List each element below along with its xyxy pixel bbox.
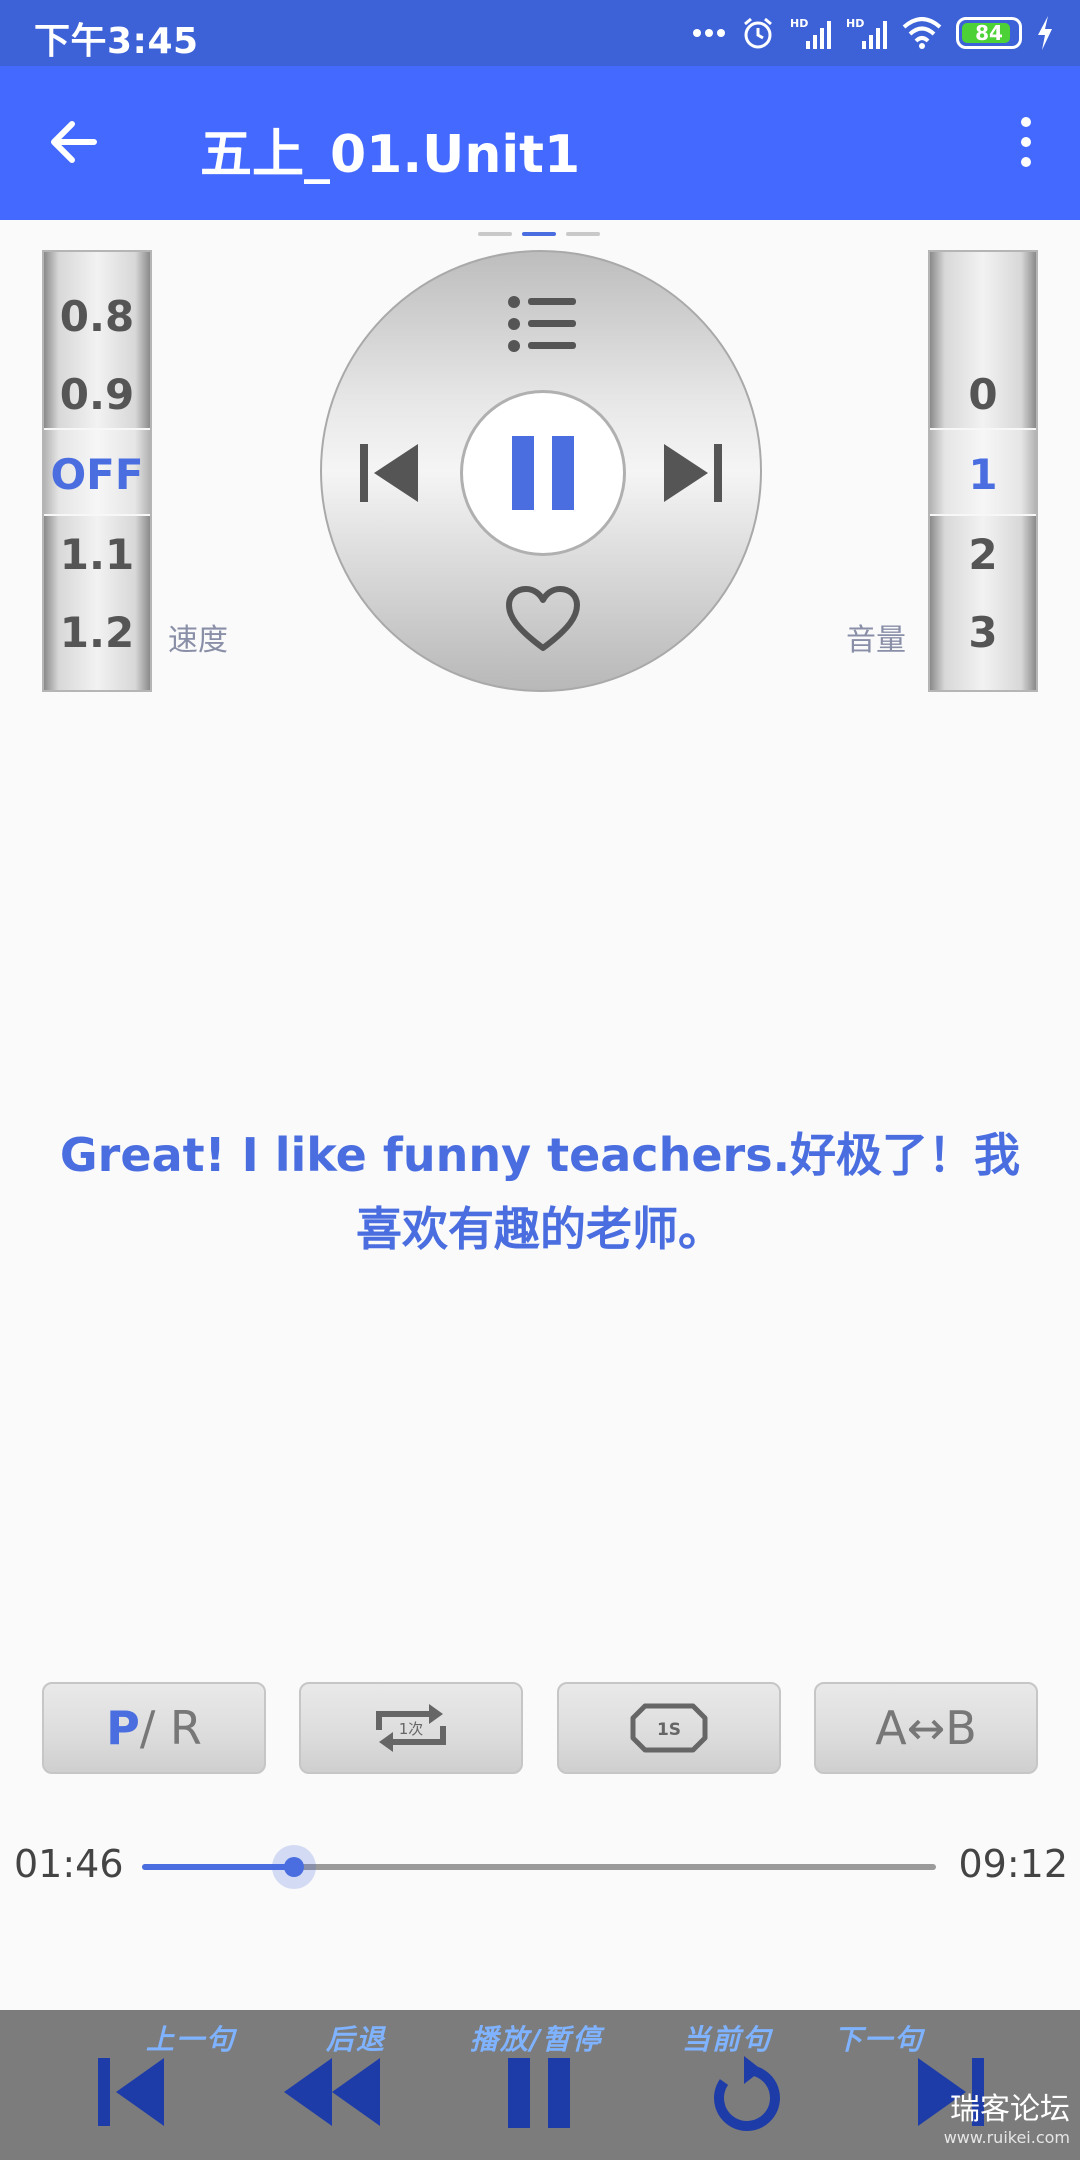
svg-text:HD: HD (846, 17, 864, 30)
ab-repeat-button[interactable]: A↔B (813, 1682, 1038, 1774)
current-lyric: Great! I like funny teachers.好极了！我喜欢有趣的老… (59, 1128, 1021, 1256)
rewind-label: 后退 (326, 2023, 387, 2056)
volume-wheel[interactable]: 0 1 2 3 (928, 250, 1038, 692)
playback-controller (320, 250, 762, 692)
rewind-icon[interactable] (282, 2054, 382, 2130)
replay-sentence-icon[interactable] (706, 2054, 784, 2134)
prev-sentence-label: 上一句 (146, 2023, 237, 2056)
repeat-count-label: 1次 (399, 1720, 424, 1738)
status-time: 下午3:45 (34, 21, 199, 62)
bottom-control-bar: 上一句 后退 播放/暂停 当前句 下一句 瑞客论坛 www.ruikei.com (0, 2010, 1080, 2160)
current-time: 01:46 (14, 1842, 124, 1886)
speed-label: 速度 (168, 623, 228, 658)
pr-p-label: P (106, 1701, 140, 1755)
battery-level: 84 (975, 21, 1003, 45)
ab-label: A↔B (875, 1701, 977, 1755)
page-dot (478, 232, 512, 236)
play-pause-button[interactable] (460, 390, 626, 556)
pause-icon (512, 436, 574, 510)
speed-option[interactable]: 0.9 (44, 370, 150, 419)
pr-toggle-button[interactable]: P / R (42, 1682, 266, 1774)
wifi-icon (902, 17, 942, 49)
interval-label: 1S (657, 1720, 681, 1740)
volume-label: 音量 (846, 623, 906, 658)
total-time: 09:12 (958, 1842, 1068, 1886)
signal-hd-icon: HD (846, 17, 887, 49)
progress-track[interactable] (142, 1864, 936, 1870)
svg-text:HD: HD (790, 17, 808, 30)
next-track-icon[interactable] (662, 442, 722, 504)
playlist-icon[interactable] (506, 294, 578, 354)
speed-option-selected[interactable]: OFF (44, 450, 150, 499)
volume-option[interactable]: 3 (930, 608, 1036, 657)
speed-wheel[interactable]: 0.8 0.9 OFF 1.1 1.2 (42, 250, 152, 692)
repeat-count-button[interactable]: 1次 (299, 1682, 524, 1774)
speed-option[interactable]: 1.1 (44, 530, 150, 579)
page-title: 五上_01.Unit1 (200, 125, 581, 185)
interval-button[interactable]: 1S (556, 1682, 781, 1774)
prev-sentence-icon[interactable] (96, 2054, 166, 2130)
overflow-menu-icon[interactable] (1008, 110, 1044, 174)
status-bar: 下午3:45 HD HD 84 (0, 0, 1080, 66)
page-dot-active (522, 232, 556, 236)
repeat-once-icon: 1次 (376, 1704, 447, 1752)
app-bar: 五上_01.Unit1 (0, 66, 1080, 220)
volume-option-selected[interactable]: 1 (930, 450, 1036, 499)
mode-buttons: P / R 1次 1S A↔B (42, 1682, 1038, 1774)
speed-option[interactable]: 1.2 (44, 608, 150, 657)
interval-icon: 1S (630, 1703, 708, 1753)
signal-hd-icon: HD (790, 17, 831, 49)
page-dot (566, 232, 600, 236)
previous-track-icon[interactable] (360, 442, 420, 504)
battery-icon: 84 (956, 17, 1022, 49)
volume-option[interactable]: 0 (930, 370, 1036, 419)
status-icons: HD HD 84 (692, 10, 1054, 56)
more-dots-icon (693, 29, 725, 37)
speed-option[interactable]: 0.8 (44, 292, 150, 341)
charging-icon (1038, 16, 1052, 50)
progress-thumb[interactable] (272, 1845, 317, 1889)
current-sentence-label: 当前句 (682, 2023, 773, 2056)
play-pause-label: 播放/暂停 (470, 2023, 603, 2056)
page-indicator (478, 232, 600, 236)
watermark: 瑞客论坛 www.ruikei.com (943, 2092, 1070, 2148)
next-sentence-label: 下一句 (834, 2023, 925, 2056)
favorite-heart-icon[interactable] (506, 586, 580, 652)
play-pause-bottom-icon[interactable] (506, 2054, 572, 2130)
pr-r-label: / R (139, 1701, 202, 1755)
alarm-icon (744, 17, 772, 49)
back-arrow-icon[interactable] (42, 110, 106, 174)
volume-option[interactable]: 2 (930, 530, 1036, 579)
